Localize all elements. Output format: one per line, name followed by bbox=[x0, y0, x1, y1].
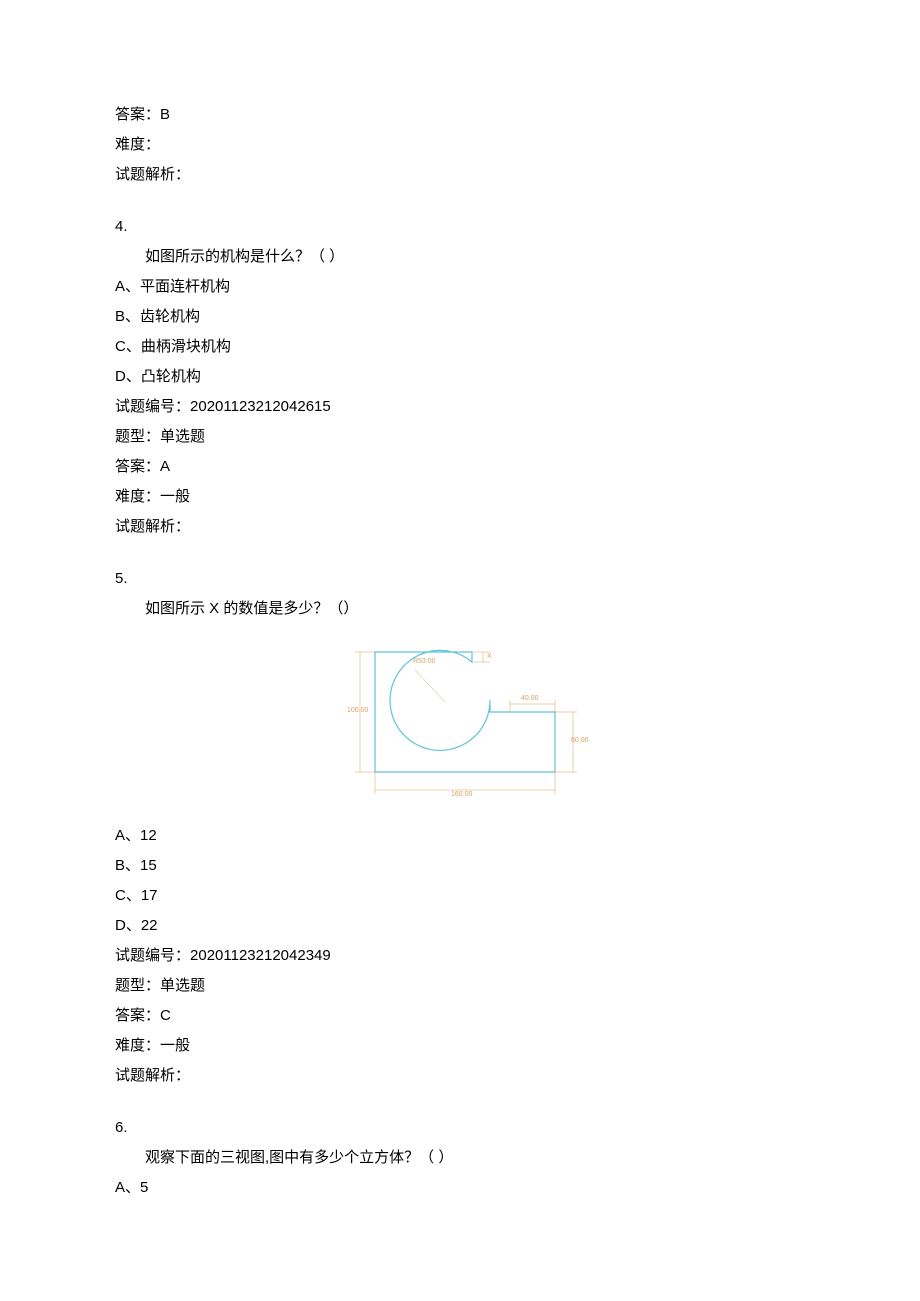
q5-difficulty-line: 难度：一般 bbox=[115, 1031, 805, 1061]
q4-analysis-label: 试题解析： bbox=[115, 518, 190, 535]
q4-difficulty-label: 难度： bbox=[115, 488, 160, 505]
q6-prompt: 观察下面的三视图,图中有多少个立方体？（ ） bbox=[115, 1143, 805, 1173]
radius-leader bbox=[415, 670, 445, 702]
q4-id-value: 20201123212042615 bbox=[190, 398, 331, 415]
q4-id-line: 试题编号：20201123212042615 bbox=[115, 392, 805, 422]
q5-answer-label: 答案： bbox=[115, 1007, 160, 1024]
q5-option-b: B、15 bbox=[115, 851, 805, 881]
q4-answer-line: 答案：A bbox=[115, 452, 805, 482]
q4-option-c: C、曲柄滑块机构 bbox=[115, 332, 805, 362]
q6-option-a: A、5 bbox=[115, 1173, 805, 1203]
q5-id-label: 试题编号： bbox=[115, 947, 190, 964]
dim-tr-label: 40.00 bbox=[521, 692, 539, 706]
q4-difficulty-line: 难度：一般 bbox=[115, 482, 805, 512]
q4-number: 4. bbox=[115, 212, 805, 242]
q4-answer-label: 答案： bbox=[115, 458, 160, 475]
shape-outline bbox=[375, 650, 555, 772]
q3-analysis-line: 试题解析： bbox=[115, 160, 805, 190]
dim-bottom-label: 160.00 bbox=[451, 788, 472, 802]
q3-answer-label: 答案： bbox=[115, 106, 160, 123]
q4-option-a: A、平面连杆机构 bbox=[115, 272, 805, 302]
q5-type-line: 题型：单选题 bbox=[115, 971, 805, 1001]
q5-figure: R53.00 100.00 160.00 60.00 40.00 X bbox=[325, 632, 595, 802]
q3-answer-line: 答案：B bbox=[115, 100, 805, 130]
q4-type-line: 题型：单选题 bbox=[115, 422, 805, 452]
q4-analysis-line: 试题解析： bbox=[115, 512, 805, 542]
q5-answer-line: 答案：C bbox=[115, 1001, 805, 1031]
q4-id-label: 试题编号： bbox=[115, 398, 190, 415]
q5-analysis-line: 试题解析： bbox=[115, 1061, 805, 1091]
q5-difficulty-value: 一般 bbox=[160, 1037, 190, 1054]
q5-id-value: 20201123212042349 bbox=[190, 947, 331, 964]
q4-prompt: 如图所示的机构是什么？（ ） bbox=[115, 242, 805, 272]
q3-difficulty-line: 难度： bbox=[115, 130, 805, 160]
q3-answer-value: B bbox=[160, 106, 170, 123]
q5-difficulty-label: 难度： bbox=[115, 1037, 160, 1054]
q5-answer-value: C bbox=[160, 1007, 171, 1024]
q6-number: 6. bbox=[115, 1113, 805, 1143]
q5-option-c: C、17 bbox=[115, 881, 805, 911]
q4-answer-value: A bbox=[160, 458, 170, 475]
dim-left-label: 100.00 bbox=[347, 704, 368, 718]
dim-right-label: 60.00 bbox=[571, 734, 589, 748]
q4-difficulty-value: 一般 bbox=[160, 488, 190, 505]
q3-analysis-label: 试题解析： bbox=[115, 166, 190, 183]
q5-id-line: 试题编号：20201123212042349 bbox=[115, 941, 805, 971]
q5-number: 5. bbox=[115, 564, 805, 594]
q5-option-a: A、12 bbox=[115, 821, 805, 851]
q5-type-value: 单选题 bbox=[160, 977, 205, 994]
dim-x-label: X bbox=[487, 650, 492, 664]
q4-type-label: 题型： bbox=[115, 428, 160, 445]
dim-radius-label: R53.00 bbox=[413, 655, 436, 669]
q4-type-value: 单选题 bbox=[160, 428, 205, 445]
q5-type-label: 题型： bbox=[115, 977, 160, 994]
q5-figure-container: R53.00 100.00 160.00 60.00 40.00 X bbox=[115, 632, 805, 813]
q3-difficulty-label: 难度： bbox=[115, 136, 160, 153]
q4-option-d: D、凸轮机构 bbox=[115, 362, 805, 392]
q5-option-d: D、22 bbox=[115, 911, 805, 941]
q4-option-b: B、齿轮机构 bbox=[115, 302, 805, 332]
q5-analysis-label: 试题解析： bbox=[115, 1067, 190, 1084]
q5-prompt: 如图所示 X 的数值是多少？（） bbox=[115, 594, 805, 624]
